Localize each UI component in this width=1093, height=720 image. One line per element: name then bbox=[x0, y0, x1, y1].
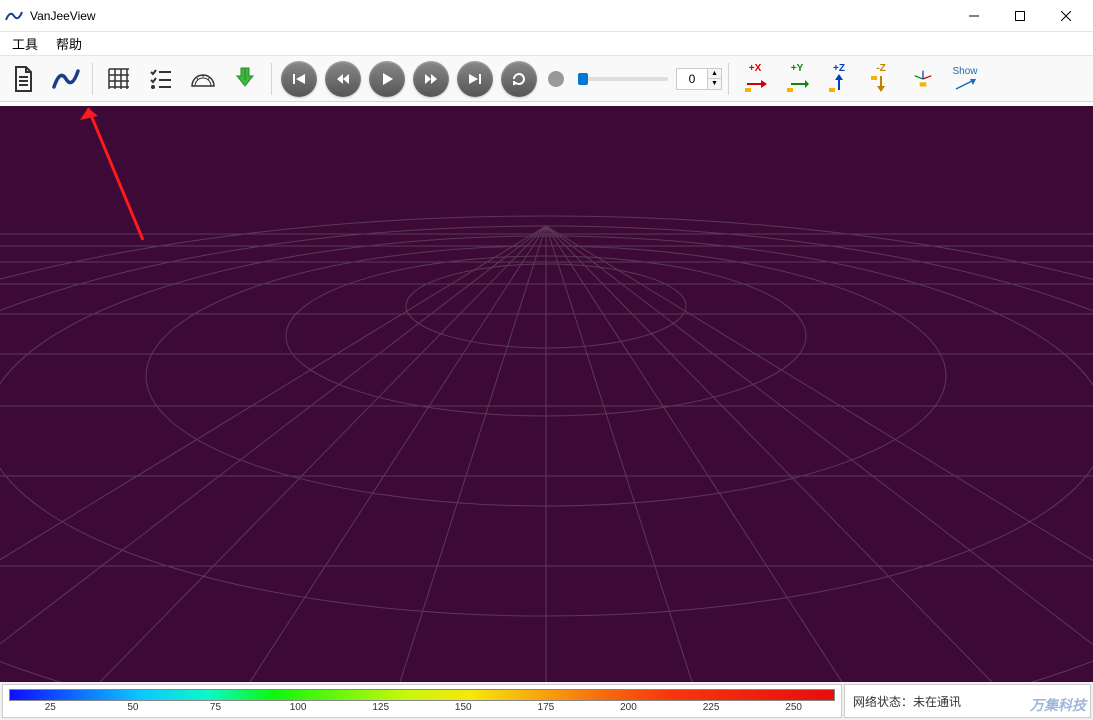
toolbar-separator bbox=[271, 63, 272, 95]
toolbar: 0 ▲ ▼ +X +Y +Z -Z Show bbox=[0, 56, 1093, 102]
net-status-label: 网络状态： bbox=[853, 693, 913, 710]
view-plus-x-button[interactable]: +X bbox=[735, 59, 775, 99]
view-3d-button[interactable] bbox=[903, 59, 943, 99]
grid-toggle-button[interactable] bbox=[99, 59, 139, 99]
view-plus-z-button[interactable]: +Z bbox=[819, 59, 859, 99]
playback-slider[interactable] bbox=[578, 77, 668, 81]
titlebar: VanJeeView bbox=[0, 0, 1093, 32]
minimize-button[interactable] bbox=[951, 1, 997, 31]
watermark-text: 万集科技 bbox=[1030, 695, 1086, 715]
window-controls bbox=[951, 1, 1089, 31]
menu-tools[interactable]: 工具 bbox=[4, 32, 46, 55]
checklist-button[interactable] bbox=[141, 59, 181, 99]
toolbar-separator bbox=[92, 63, 93, 95]
scale-ticks: 25 50 75 100 125 150 175 200 225 250 bbox=[9, 702, 835, 713]
frame-value: 0 bbox=[677, 69, 707, 89]
download-button[interactable] bbox=[225, 59, 265, 99]
protractor-button[interactable] bbox=[183, 59, 223, 99]
window-title: VanJeeView bbox=[30, 9, 951, 23]
network-status: 网络状态： 未在通讯 万集科技 bbox=[844, 684, 1091, 718]
toolbar-separator bbox=[728, 63, 729, 95]
statusbar: 25 50 75 100 125 150 175 200 225 250 网络状… bbox=[0, 682, 1093, 720]
skip-end-button[interactable] bbox=[457, 61, 493, 97]
color-gradient-bar bbox=[9, 689, 835, 701]
maximize-button[interactable] bbox=[997, 1, 1043, 31]
slider-thumb[interactable] bbox=[578, 73, 588, 85]
play-button[interactable] bbox=[369, 61, 405, 97]
frame-spinner[interactable]: 0 ▲ ▼ bbox=[676, 68, 722, 90]
view-plus-y-button[interactable]: +Y bbox=[777, 59, 817, 99]
app-logo-icon bbox=[4, 6, 24, 26]
fast-forward-button[interactable] bbox=[413, 61, 449, 97]
close-button[interactable] bbox=[1043, 1, 1089, 31]
menu-help[interactable]: 帮助 bbox=[48, 32, 90, 55]
3d-viewport[interactable] bbox=[0, 106, 1093, 682]
open-file-button[interactable] bbox=[4, 59, 44, 99]
rewind-button[interactable] bbox=[325, 61, 361, 97]
skip-start-button[interactable] bbox=[281, 61, 317, 97]
color-scale: 25 50 75 100 125 150 175 200 225 250 bbox=[2, 684, 842, 718]
record-indicator-icon bbox=[548, 71, 564, 87]
menubar: 工具 帮助 bbox=[0, 32, 1093, 56]
spin-down-button[interactable]: ▼ bbox=[707, 78, 721, 89]
loop-button[interactable] bbox=[501, 61, 537, 97]
show-button[interactable]: Show bbox=[945, 59, 985, 99]
vanjee-app-button[interactable] bbox=[46, 59, 86, 99]
view-minus-z-button[interactable]: -Z bbox=[861, 59, 901, 99]
spin-up-button[interactable]: ▲ bbox=[707, 69, 721, 79]
net-status-value: 未在通讯 bbox=[913, 693, 961, 710]
